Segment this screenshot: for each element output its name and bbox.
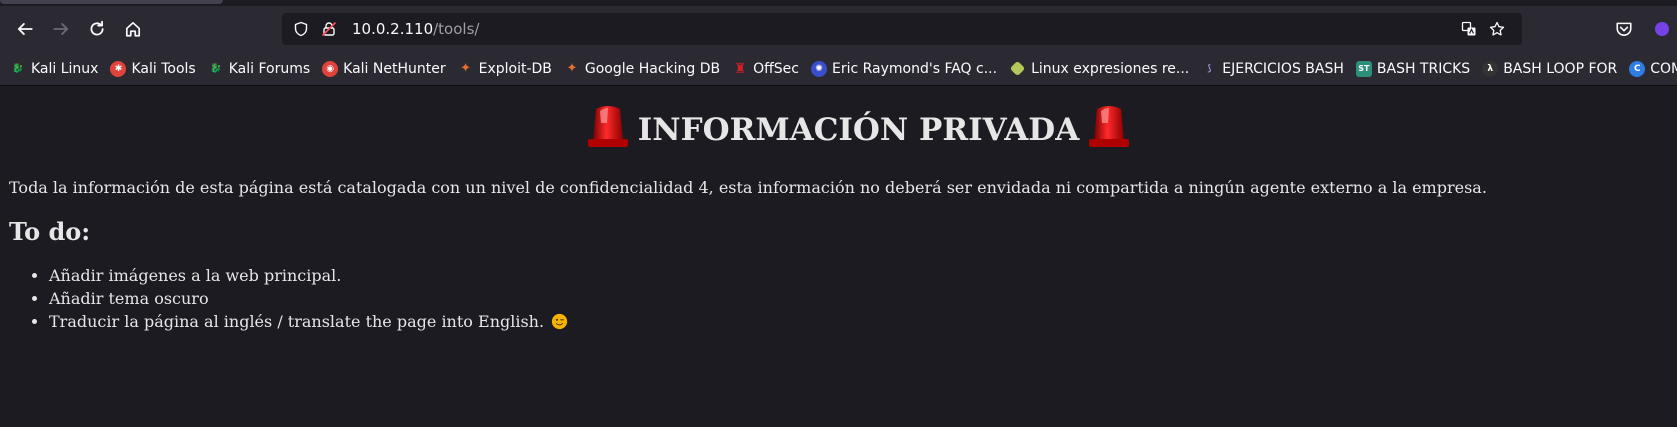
kali-dragon-icon: 🐉 [12,63,24,74]
pocket-button[interactable] [1607,12,1641,46]
kali-dragon-icon: 🐉 [210,63,222,74]
arrow-right-icon [53,23,69,35]
bookmark-label: Eric Raymond's FAQ c... [831,60,998,77]
bookmark-kali-linux[interactable]: 🐉 Kali Linux [10,61,98,77]
list-item: Añadir imágenes a la web principal. [49,264,1668,287]
bookmark-label: Linux expresiones re... [1031,60,1190,77]
nethunter-icon: ◉ [322,60,339,77]
bookmark-label: BASH LOOP FOR [1503,60,1618,77]
bookmark-label: BASH TRICKS [1376,60,1471,77]
bookmark-label: Kali Linux [31,60,99,77]
bookmark-label: Kali NetHunter [343,60,446,77]
kali-tools-icon: ✱ [110,60,127,77]
bookmark-comando-awk[interactable]: CCOMANDO AWK [1629,60,1677,77]
bookmark-bash-loop-for[interactable]: λ BASH LOOP FOR [1482,60,1618,77]
todo-list: Añadir imágenes a la web principal. Añad… [9,264,1668,333]
confidentiality-notice: Toda la información de esta página está … [9,178,1487,197]
address-bar[interactable]: 10.0.2.110/tools/ [282,13,1522,45]
bookmark-kali-forums[interactable]: 🐉 Kali Forums [208,61,310,77]
page-title: INFORMACIÓN PRIVADA [637,112,1080,148]
bookmark-eric-raymond-faq[interactable]: ✺ Eric Raymond's FAQ c... [810,60,998,77]
police-siren-icon [1089,106,1130,147]
tab-strip [0,0,1677,6]
insecure-lock-icon[interactable] [318,18,340,40]
active-tab[interactable] [0,0,223,4]
toolbar-right [1607,12,1669,46]
url-text[interactable]: 10.0.2.110/tools/ [346,20,1458,38]
list-item: Añadir tema oscuro [49,287,1668,310]
extension-icon[interactable] [1655,22,1669,36]
bookmark-linux-expresiones[interactable]: Linux expresiones re... [1009,61,1189,77]
todo-item-text: Añadir tema oscuro [49,289,209,308]
bookmark-kali-tools[interactable]: ✱ Kali Tools [110,60,196,77]
bookmark-bash-tricks[interactable]: ST BASH TRICKS [1355,60,1471,77]
offsec-icon: ♜ [733,60,747,77]
awk-icon: C [1629,60,1646,77]
page-header: INFORMACIÓN PRIVADA [9,86,1668,164]
list-item: Traducir la página al inglés / translate… [49,310,1668,333]
pocket-icon [1616,22,1632,36]
bookmark-label: EJERCICIOS BASH [1222,60,1344,77]
todo-heading: To do: [9,217,91,246]
home-icon [125,21,141,37]
reload-icon [90,20,104,36]
exploit-db-icon: ✦ [566,61,578,76]
bookmark-label: COMANDO AWK [1650,60,1677,77]
bookmark-ejercicios-bash[interactable]: ⟆ EJERCICIOS BASH [1201,61,1344,77]
todo-item-text: Añadir imágenes a la web principal. [49,266,342,285]
back-button[interactable] [8,12,42,46]
bookmark-label: OffSec [753,60,799,77]
todo-item-text: Traducir la página al inglés / translate… [49,312,545,331]
reload-button[interactable] [80,12,114,46]
star-icon[interactable] [1486,18,1508,40]
bookmarks-toolbar: 🐉 Kali Linux ✱ Kali Tools 🐉 Kali Forums ◉ Ka… [0,52,1677,86]
exploit-db-icon: ✦ [460,61,472,76]
navigation-toolbar: 10.0.2.110/tools/ [0,6,1677,52]
home-button[interactable] [116,12,150,46]
bookmark-google-hacking-db[interactable]: ✦ Google Hacking DB [564,61,720,77]
url-path: /tools/ [433,20,480,38]
forward-button[interactable] [44,12,78,46]
url-host: 10.0.2.110 [352,20,434,38]
shield-icon[interactable] [290,18,312,40]
arrow-left-icon [17,23,33,35]
page-content: INFORMACIÓN PRIVADA Toda la información … [0,86,1677,333]
bookmark-label: Kali Forums [228,60,311,77]
bookmark-offsec[interactable]: ♜ OffSec [732,61,799,77]
bookmark-exploit-db[interactable]: ✦ Exploit-DB [458,61,552,77]
bookmark-label: Google Hacking DB [584,60,721,77]
bash-loop-icon: λ [1482,60,1499,77]
translate-icon[interactable] [1458,18,1480,40]
faq-icon: ✺ [810,60,827,77]
bookmark-label: Kali Tools [131,60,196,77]
winking-face-icon [552,313,568,330]
linux-regex-icon [1009,60,1026,77]
bash-tricks-icon: ST [1355,60,1372,77]
bookmark-kali-nethunter[interactable]: ◉ Kali NetHunter [322,60,446,77]
bookmark-label: Exploit-DB [478,60,552,77]
bash-exercises-icon: ⟆ [1207,63,1212,74]
police-siren-icon [587,106,628,147]
